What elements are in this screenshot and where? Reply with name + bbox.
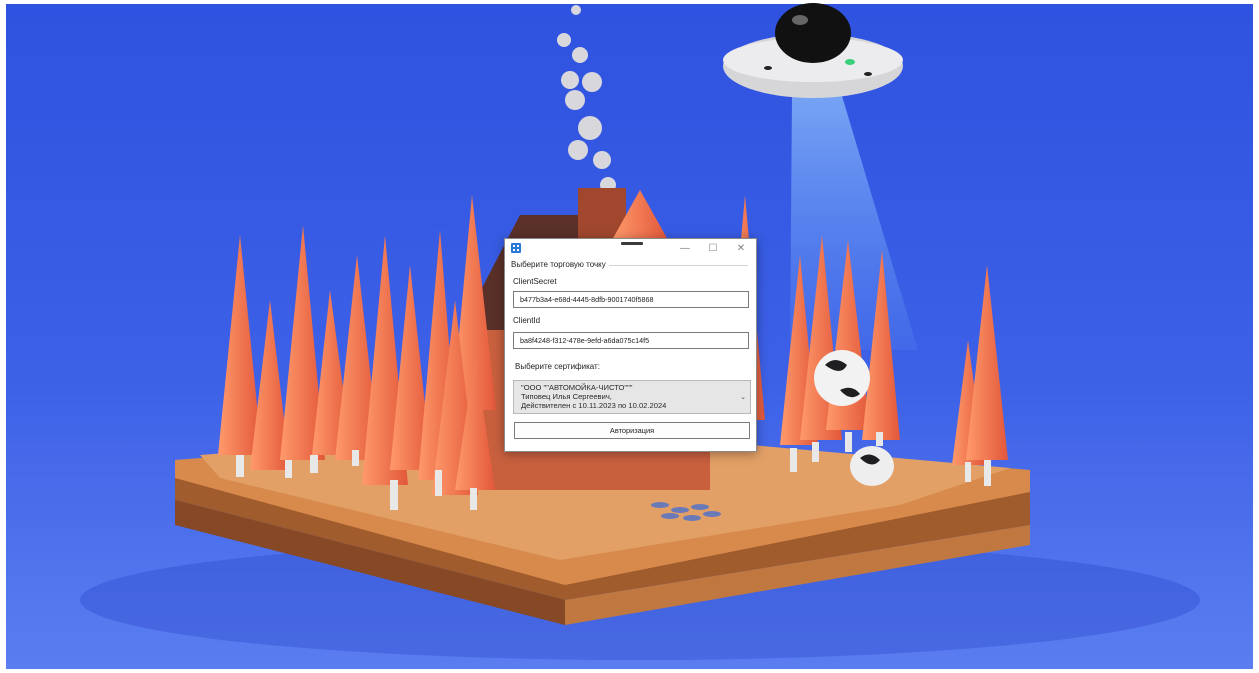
client-secret-label: ClientSecret [513, 277, 557, 286]
certificate-select[interactable]: "ООО ""АВТОМОЙКА-ЧИСТО""" Типовец Илья С… [513, 380, 751, 414]
client-secret-input[interactable]: b477b3a4-e68d-4445-8dfb-9001740f5868 [513, 291, 749, 308]
certificate-name-line: Типовец Илья Сергеевич, [521, 392, 612, 401]
app-logo-glyph [513, 245, 519, 251]
group-title: Выберите торговую точку [511, 260, 609, 269]
title-bar[interactable]: — ☐ ✕ [505, 239, 756, 258]
group-divider [609, 265, 748, 266]
certificate-label: Выберите сертификат: [515, 362, 600, 371]
certificate-owner-line: "ООО ""АВТОМОЙКА-ЧИСТО""" [521, 383, 633, 392]
client-id-input[interactable]: ba8f4248-f312-478e-9efd-a6da075c14f5 [513, 332, 749, 349]
minimize-icon: — [680, 243, 690, 254]
maximize-button[interactable]: ☐ [699, 239, 727, 258]
client-id-label: ClientId [513, 316, 541, 325]
close-icon: ✕ [736, 243, 746, 254]
maximize-icon: ☐ [708, 243, 718, 254]
authorize-button[interactable]: Авторизация [514, 422, 750, 439]
close-button[interactable]: ✕ [727, 239, 755, 258]
auth-dialog-window: — ☐ ✕ Выберите торговую точку ClientSecr… [504, 238, 757, 452]
app-icon [511, 243, 521, 253]
minimize-button[interactable]: — [671, 239, 699, 258]
certificate-validity-line: Действителен с 10.11.2023 по 10.02.2024 [521, 401, 667, 410]
drag-grip[interactable] [621, 242, 643, 245]
chevron-down-icon: ⌄ [740, 394, 746, 401]
desktop: — ☐ ✕ Выберите торговую точку ClientSecr… [0, 0, 1259, 673]
